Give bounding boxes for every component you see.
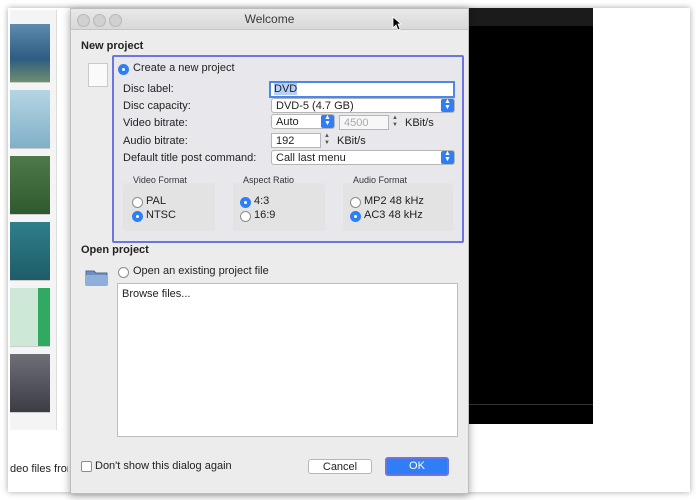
aspect-4-3-label: 4:3: [254, 195, 270, 207]
disc-capacity-label: Disc capacity:: [123, 100, 191, 112]
background-footer-text: deo files from t: [10, 463, 68, 475]
aspect-16-9-label: 16:9: [254, 209, 276, 221]
ac3-label: AC3 48 kHz: [364, 209, 423, 221]
post-command-label: Default title post command:: [123, 152, 257, 164]
audio-format-title: Audio Format: [353, 175, 408, 185]
disc-label-input[interactable]: DVD: [269, 81, 455, 98]
video-bitrate-input[interactable]: 4500: [339, 115, 389, 130]
new-project-heading: New project: [81, 40, 144, 52]
video-bitrate-mode-select[interactable]: Auto ▲ ▼: [271, 114, 335, 129]
browse-files-text: Browse files...: [122, 288, 191, 300]
video-preview: [467, 8, 593, 424]
title-bar: Welcome: [71, 9, 468, 30]
video-thumbnail[interactable]: [10, 288, 50, 347]
dont-show-label: Don't show this dialog again: [95, 460, 232, 472]
create-new-project-radio[interactable]: [118, 64, 129, 75]
chevron-updown-icon: ▲ ▼: [441, 98, 454, 112]
audio-format-group: [343, 183, 453, 231]
mp2-label: MP2 48 kHz: [364, 195, 424, 207]
welcome-dialog: Welcome New project Create a new project…: [70, 8, 469, 494]
video-thumbnail[interactable]: [10, 90, 50, 149]
ntsc-label: NTSC: [146, 209, 176, 221]
audio-bitrate-label: Audio bitrate:: [123, 135, 188, 147]
browse-files-area[interactable]: Browse files...: [117, 283, 458, 437]
aspect-4-3-radio[interactable]: [240, 197, 251, 208]
ac3-radio[interactable]: [350, 211, 361, 222]
mouse-cursor-icon: [392, 16, 402, 31]
create-new-project-label: Create a new project: [133, 62, 235, 74]
chevron-updown-icon: ▲ ▼: [441, 150, 454, 164]
audio-bitrate-unit: KBit/s: [337, 135, 366, 147]
aspect-ratio-title: Aspect Ratio: [243, 175, 295, 185]
post-command-select[interactable]: Call last menu ▲ ▼: [271, 150, 455, 165]
pal-radio[interactable]: [132, 197, 143, 208]
open-existing-radio[interactable]: [118, 267, 129, 278]
open-existing-label: Open an existing project file: [133, 265, 269, 277]
video-thumbnail[interactable]: [10, 222, 50, 281]
disc-capacity-value: DVD-5 (4.7 GB): [276, 100, 354, 112]
video-thumbnail[interactable]: [10, 354, 50, 413]
folder-icon: [85, 270, 108, 286]
video-preview-bar: [467, 8, 593, 26]
audio-bitrate-stepper[interactable]: ▲ ▼: [322, 133, 332, 148]
video-thumbnail[interactable]: [10, 24, 50, 83]
audio-bitrate-input[interactable]: 192: [271, 133, 321, 148]
ok-button[interactable]: OK: [385, 457, 449, 476]
mp2-radio[interactable]: [350, 197, 361, 208]
audio-bitrate-value: 192: [276, 135, 295, 147]
new-document-icon: [88, 63, 108, 87]
chevron-updown-icon: ▲ ▼: [321, 114, 334, 128]
aspect-16-9-radio[interactable]: [240, 211, 251, 222]
video-bitrate-stepper[interactable]: ▲ ▼: [390, 115, 400, 130]
video-thumbnail[interactable]: [10, 156, 50, 215]
cancel-button[interactable]: Cancel: [308, 459, 372, 474]
video-format-title: Video Format: [133, 175, 187, 185]
ntsc-radio[interactable]: [132, 211, 143, 222]
video-bitrate-value: 4500: [344, 117, 369, 129]
thumbnail-strip: [10, 10, 57, 430]
window-title: Welcome: [244, 12, 295, 26]
video-bitrate-mode-value: Auto: [276, 116, 299, 128]
video-bitrate-unit: KBit/s: [405, 117, 434, 129]
pal-label: PAL: [146, 195, 166, 207]
disc-label-value: DVD: [274, 83, 298, 95]
divider: [467, 404, 593, 405]
video-bitrate-label: Video bitrate:: [123, 117, 188, 129]
post-command-value: Call last menu: [276, 152, 346, 164]
disc-label-label: Disc label:: [123, 83, 174, 95]
dont-show-checkbox[interactable]: [81, 461, 92, 472]
open-project-heading: Open project: [81, 244, 149, 256]
disc-capacity-select[interactable]: DVD-5 (4.7 GB) ▲ ▼: [271, 98, 455, 113]
